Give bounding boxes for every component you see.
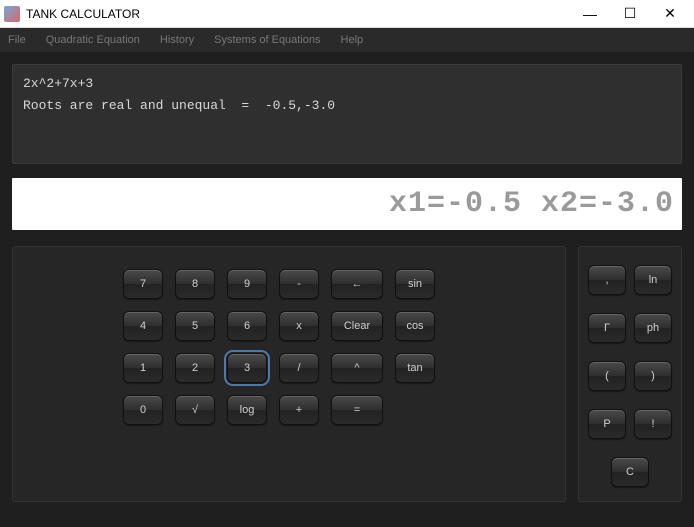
- key-4[interactable]: 4: [123, 311, 163, 341]
- key-plus[interactable]: +: [279, 395, 319, 425]
- side-keypad: , ln Γ ph ( ) P ! C: [578, 246, 682, 502]
- app-icon: [4, 6, 20, 22]
- window-controls: — ☐ ✕: [570, 0, 690, 28]
- key-sqrt[interactable]: √: [175, 395, 215, 425]
- key-cos[interactable]: cos: [395, 311, 435, 341]
- history-panel: 2x^2+7x+3 Roots are real and unequal = -…: [12, 64, 682, 164]
- key-rparen[interactable]: ): [634, 361, 672, 391]
- app-body: 2x^2+7x+3 Roots are real and unequal = -…: [0, 52, 694, 527]
- keypad-area: 7 8 9 - ← sin 4 5 6 x Clear cos 1 2 3 / …: [12, 246, 682, 502]
- history-line-1: 2x^2+7x+3: [23, 76, 93, 91]
- key-backspace[interactable]: ←: [331, 269, 383, 299]
- key-2[interactable]: 2: [175, 353, 215, 383]
- key-tan[interactable]: tan: [395, 353, 435, 383]
- key-equals[interactable]: =: [331, 395, 383, 425]
- key-1[interactable]: 1: [123, 353, 163, 383]
- key-6[interactable]: 6: [227, 311, 267, 341]
- maximize-button[interactable]: ☐: [610, 0, 650, 28]
- key-log[interactable]: log: [227, 395, 267, 425]
- key-0[interactable]: 0: [123, 395, 163, 425]
- key-8[interactable]: 8: [175, 269, 215, 299]
- key-p[interactable]: P: [588, 409, 626, 439]
- menu-quadratic[interactable]: Quadratic Equation: [46, 34, 140, 46]
- key-5[interactable]: 5: [175, 311, 215, 341]
- key-clear[interactable]: Clear: [331, 311, 383, 341]
- key-multiply[interactable]: x: [279, 311, 319, 341]
- key-sin[interactable]: sin: [395, 269, 435, 299]
- key-3[interactable]: 3: [227, 353, 267, 383]
- window-title: TANK CALCULATOR: [26, 7, 570, 21]
- menu-systems[interactable]: Systems of Equations: [214, 34, 320, 46]
- key-9[interactable]: 9: [227, 269, 267, 299]
- main-keypad: 7 8 9 - ← sin 4 5 6 x Clear cos 1 2 3 / …: [12, 246, 566, 502]
- menu-help[interactable]: Help: [341, 34, 364, 46]
- key-minus[interactable]: -: [279, 269, 319, 299]
- menu-file[interactable]: File: [8, 34, 26, 46]
- key-factorial[interactable]: !: [634, 409, 672, 439]
- key-ln[interactable]: ln: [634, 265, 672, 295]
- key-power[interactable]: ^: [331, 353, 383, 383]
- close-button[interactable]: ✕: [650, 0, 690, 28]
- key-divide[interactable]: /: [279, 353, 319, 383]
- minimize-button[interactable]: —: [570, 0, 610, 28]
- key-7[interactable]: 7: [123, 269, 163, 299]
- menubar: File Quadratic Equation History Systems …: [0, 28, 694, 52]
- result-display: x1=-0.5 x2=-3.0: [12, 178, 682, 230]
- key-comma[interactable]: ,: [588, 265, 626, 295]
- key-gamma[interactable]: Γ: [588, 313, 626, 343]
- titlebar: TANK CALCULATOR — ☐ ✕: [0, 0, 694, 28]
- history-line-2: Roots are real and unequal = -0.5,-3.0: [23, 98, 335, 113]
- key-c[interactable]: C: [611, 457, 649, 487]
- menu-history[interactable]: History: [160, 34, 194, 46]
- key-ph[interactable]: ph: [634, 313, 672, 343]
- key-lparen[interactable]: (: [588, 361, 626, 391]
